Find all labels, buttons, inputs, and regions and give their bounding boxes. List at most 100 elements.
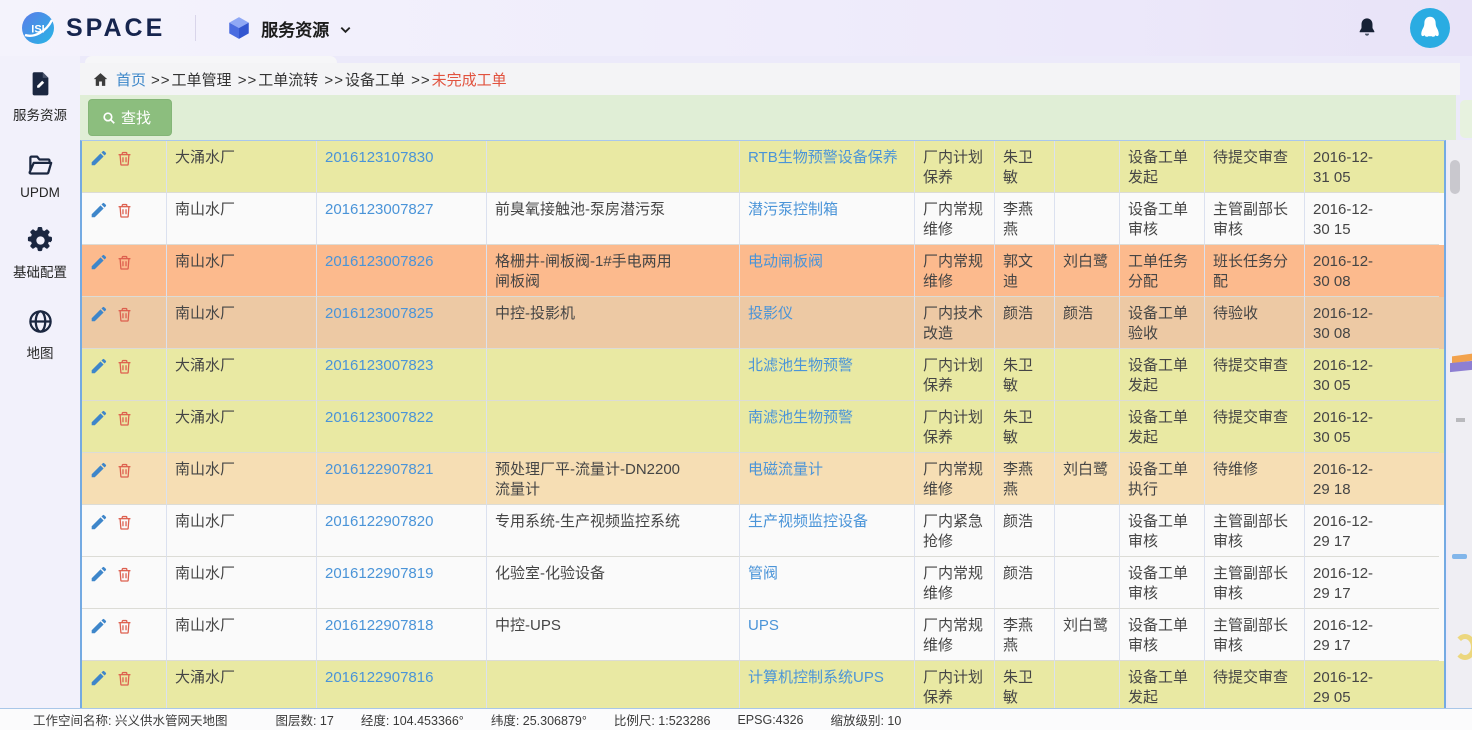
sidebar-item-1[interactable]: 服务资源	[0, 56, 80, 137]
order-no-link[interactable]: 2016122907816	[317, 661, 487, 713]
delete-trash-icon[interactable]	[116, 618, 133, 635]
avatar[interactable]	[1410, 8, 1450, 48]
sidebar-item-4[interactable]: 地图	[0, 294, 80, 375]
plant-cell: 南山水厂	[167, 505, 317, 557]
status-cell: 主管副部长审核	[1205, 609, 1305, 661]
scrollbar-thumb[interactable]	[1450, 160, 1460, 194]
device-link[interactable]: UPS	[740, 609, 915, 661]
assignee-cell	[1055, 141, 1120, 193]
device-link[interactable]: 管阀	[740, 557, 915, 609]
panel-handle[interactable]	[1460, 100, 1472, 138]
gear-icon	[27, 227, 54, 254]
app-selector-label: 服务资源	[261, 16, 329, 41]
delete-trash-icon[interactable]	[116, 306, 133, 323]
row-actions	[82, 453, 167, 505]
breadcrumb-item[interactable]: 工单流转	[258, 72, 318, 89]
order-no-link[interactable]: 2016122907819	[317, 557, 487, 609]
edit-pencil-icon[interactable]	[90, 514, 107, 531]
sidebar-item-label: 服务资源	[13, 104, 67, 124]
breadcrumb-home-link[interactable]: 首页	[116, 69, 146, 90]
folder-icon	[27, 151, 54, 178]
app-selector[interactable]: 服务资源	[226, 15, 353, 41]
device-link[interactable]: 电磁流量计	[740, 453, 915, 505]
order-no-link[interactable]: 2016122907820	[317, 505, 487, 557]
edit-pencil-icon[interactable]	[90, 410, 107, 427]
home-icon[interactable]	[92, 71, 109, 88]
order-no-link[interactable]: 2016123007827	[317, 193, 487, 245]
table-row: 南山水厂2016122907820专用系统-生产视频监控系统生产视频监控设备厂内…	[82, 505, 1444, 557]
location-cell: 中控-投影机	[487, 297, 740, 349]
row-actions	[82, 609, 167, 661]
order-no-link[interactable]: 2016122907821	[317, 453, 487, 505]
globe-icon	[27, 308, 54, 335]
delete-trash-icon[interactable]	[116, 150, 133, 167]
row-actions	[82, 245, 167, 297]
order-no-link[interactable]: 2016123007825	[317, 297, 487, 349]
edit-pencil-icon[interactable]	[90, 254, 107, 271]
breadcrumb-item[interactable]: 设备工单	[345, 72, 405, 89]
search-button[interactable]: 查找	[88, 99, 172, 136]
edit-pencil-icon[interactable]	[90, 566, 107, 583]
app-header: ISI SPACE 服务资源	[0, 0, 1472, 56]
row-actions	[82, 661, 167, 713]
table-row: 南山水厂2016123007826格栅井-闸板阀-1#手电两用闸板阀电动闸板阀厂…	[82, 245, 1444, 297]
status-cell: 待提交审查	[1205, 401, 1305, 453]
edit-pencil-icon[interactable]	[90, 670, 107, 687]
edit-pencil-icon[interactable]	[90, 306, 107, 323]
header-divider	[195, 15, 196, 41]
sidebar-item-3[interactable]: 基础配置	[0, 213, 80, 294]
breadcrumb-item[interactable]: 工单管理	[172, 72, 232, 89]
plant-cell: 大涌水厂	[167, 141, 317, 193]
breadcrumb: 首页 >>工单管理 >>工单流转 >>设备工单 >>未完成工单	[80, 63, 1460, 95]
type-cell: 厂内常规维修	[915, 557, 995, 609]
delete-trash-icon[interactable]	[116, 514, 133, 531]
statusbar-item: 纬度: 25.306879°	[491, 710, 587, 729]
delete-trash-icon[interactable]	[116, 358, 133, 375]
order-no-link[interactable]: 2016123007826	[317, 245, 487, 297]
table-row: 南山水厂2016122907821预处理厂平-流量计-DN2200流量计电磁流量…	[82, 453, 1444, 505]
type-cell: 厂内计划保养	[915, 141, 995, 193]
brand-text: SPACE	[66, 14, 165, 43]
edit-pencil-icon[interactable]	[90, 202, 107, 219]
time-cell: 2016-12-30 08	[1305, 297, 1439, 349]
time-cell: 2016-12-29 17	[1305, 505, 1439, 557]
order-no-link[interactable]: 2016123107830	[317, 141, 487, 193]
device-link[interactable]: 电动闸板阀	[740, 245, 915, 297]
delete-trash-icon[interactable]	[116, 202, 133, 219]
type-cell: 厂内计划保养	[915, 349, 995, 401]
device-link[interactable]: 生产视频监控设备	[740, 505, 915, 557]
device-link[interactable]: 潜污泵控制箱	[740, 193, 915, 245]
type-cell: 厂内计划保养	[915, 661, 995, 713]
device-link[interactable]: 南滤池生物预警	[740, 401, 915, 453]
device-link[interactable]: 投影仪	[740, 297, 915, 349]
device-link[interactable]: 计算机控制系统UPS	[740, 661, 915, 713]
device-link[interactable]: 北滤池生物预警	[740, 349, 915, 401]
time-cell: 2016-12-29 17	[1305, 557, 1439, 609]
delete-trash-icon[interactable]	[116, 670, 133, 687]
bell-icon[interactable]	[1356, 16, 1378, 40]
time-cell: 2016-12-31 05	[1305, 141, 1439, 193]
order-no-link[interactable]: 2016122907818	[317, 609, 487, 661]
delete-trash-icon[interactable]	[116, 566, 133, 583]
owner-cell: 李燕燕	[995, 609, 1055, 661]
step-cell: 设备工单审核	[1120, 557, 1205, 609]
edit-pencil-icon[interactable]	[90, 150, 107, 167]
row-actions	[82, 193, 167, 245]
sidebar-item-2[interactable]: UPDM	[0, 137, 80, 213]
edit-pencil-icon[interactable]	[90, 358, 107, 375]
device-link[interactable]: RTB生物预警设备保养	[740, 141, 915, 193]
owner-cell: 颜浩	[995, 505, 1055, 557]
delete-trash-icon[interactable]	[116, 462, 133, 479]
order-no-link[interactable]: 2016123007823	[317, 349, 487, 401]
status-cell: 主管副部长审核	[1205, 505, 1305, 557]
location-cell	[487, 141, 740, 193]
edit-pencil-icon[interactable]	[90, 462, 107, 479]
edit-pencil-icon[interactable]	[90, 618, 107, 635]
active-tab-notch	[85, 56, 337, 63]
assignee-cell	[1055, 349, 1120, 401]
assignee-cell	[1055, 661, 1120, 713]
chevron-down-icon	[338, 20, 353, 37]
delete-trash-icon[interactable]	[116, 410, 133, 427]
delete-trash-icon[interactable]	[116, 254, 133, 271]
order-no-link[interactable]: 2016123007822	[317, 401, 487, 453]
